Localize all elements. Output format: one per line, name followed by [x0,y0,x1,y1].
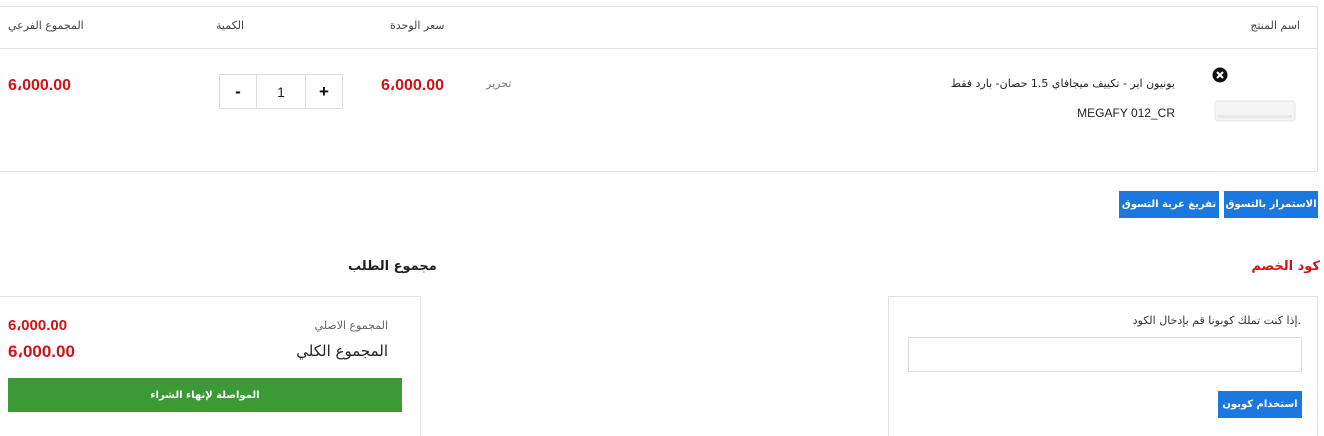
quantity-increase-button[interactable]: + [306,75,342,108]
order-totals-title: مجموع الطلب [348,259,437,274]
column-subtotal: المجموع الفرعي [8,19,84,32]
continue-shopping-button[interactable]: الاستمرار بالتسوق [1224,191,1318,218]
original-total-label: المجموع الاصلي [314,319,388,332]
product-image[interactable] [1214,97,1296,125]
coupon-code-input[interactable] [908,337,1302,372]
unit-price: 6،000.00 [381,77,444,94]
quantity-stepper: - 1 + [219,74,343,109]
apply-coupon-button[interactable]: استخدام كوبون [1218,391,1302,418]
column-product-name: اسم المنتج [1250,19,1300,32]
clear-cart-button[interactable]: تفريغ عربة التسوق [1119,191,1219,218]
coupon-panel: إذا كنت تملك كوبونا قم بإدخال الكود. است… [888,296,1318,436]
row-subtotal: 6،000.00 [8,77,71,94]
coupon-title: كود الخصم [1251,259,1320,274]
quantity-decrease-button[interactable]: - [220,75,256,108]
product-name[interactable]: يونيون اير - تكييف ميجافاي 1.5 حصان- بار… [951,77,1175,90]
column-unit-price: سعر الوحدة [390,19,445,32]
original-total-value: 6،000.00 [8,317,68,334]
column-quantity: الكمية [216,19,245,32]
quantity-input[interactable]: 1 [256,75,306,108]
order-totals-panel: المجموع الاصلي 6،000.00 المجموع الكلي 6،… [0,296,421,436]
cart-table: اسم المنتج سعر الوحدة الكمية المجموع الف… [0,6,1318,172]
grand-total-value: 6،000.00 [8,342,75,361]
coupon-hint: إذا كنت تملك كوبونا قم بإدخال الكود. [1132,314,1301,327]
grand-total-label: المجموع الكلي [296,342,388,360]
edit-item-link[interactable]: تحرير [486,77,511,90]
product-sku: MEGAFY 012_CR [1077,106,1175,120]
proceed-to-checkout-button[interactable]: المواصلة لإنهاء الشراء [8,378,402,412]
cart-table-header: اسم المنتج سعر الوحدة الكمية المجموع الف… [0,7,1318,49]
remove-item-icon[interactable] [1212,67,1228,83]
